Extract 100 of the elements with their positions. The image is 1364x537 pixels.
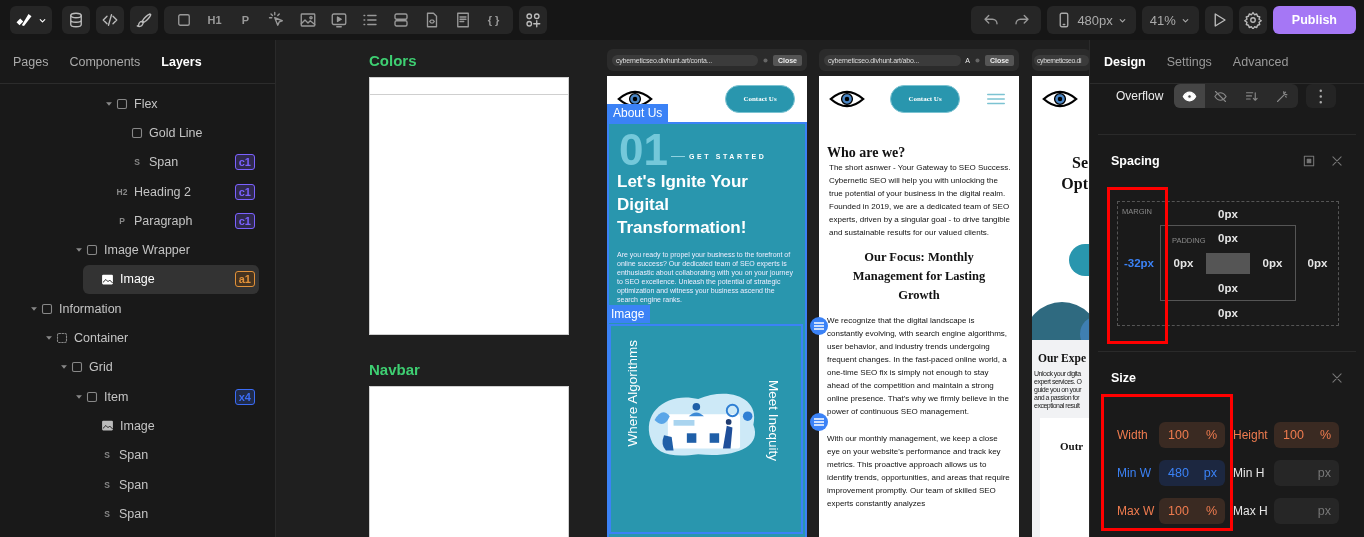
hero-heading: Se: [1071, 153, 1089, 173]
element-tag: About Us: [607, 104, 669, 122]
size-input[interactable]: 100 %: [1274, 422, 1339, 448]
drag-handle[interactable]: [810, 317, 828, 335]
apps-plus-icon: [524, 11, 542, 29]
preview-button[interactable]: [1204, 6, 1233, 34]
zoom-select[interactable]: 41%: [1141, 6, 1199, 34]
spacing-value[interactable]: 0px: [1160, 202, 1296, 225]
image-icon: [101, 419, 114, 433]
panel-tab[interactable]: Pages: [13, 54, 49, 69]
code-icon: [101, 11, 119, 29]
layer-row[interactable]: Flex: [98, 89, 259, 119]
dot-icon: [973, 56, 981, 64]
body-text: The short asnwer - Your Gateway to SEO Success. Cybernetic SEO will help you with unlocking the true potential of your business in the digital realm. Founded in 2019, we are a dedicated team of SEO experts, driven by a singular goal - to drive tangible and sustainable results for our valued clients.: [828, 162, 1011, 239]
rows-icon: [391, 11, 410, 29]
section-title: Spacing: [1111, 154, 1161, 168]
spacing-value[interactable]: 0px: [1160, 301, 1296, 325]
layer-row[interactable]: S Span c1: [113, 147, 259, 177]
code-button[interactable]: [96, 6, 124, 34]
spacing-value[interactable]: -32px: [1118, 225, 1160, 301]
logo-menu-button[interactable]: [10, 6, 52, 34]
content-box: [1206, 252, 1250, 274]
layer-row[interactable]: Gold Line: [113, 118, 259, 148]
hero-heading: Opt: [1060, 174, 1089, 194]
component-badge: c1: [234, 212, 255, 229]
logo-icon: [14, 11, 33, 29]
overflow-option[interactable]: [1174, 84, 1205, 108]
element-icon: [71, 361, 83, 374]
type-label: S: [103, 479, 111, 490]
type-label: P: [118, 215, 126, 226]
type-label: H2: [116, 186, 128, 197]
box-model-icon[interactable]: [1302, 154, 1316, 168]
container-icon: [56, 332, 68, 344]
spacing-value[interactable]: 0px: [1206, 282, 1250, 294]
image-icon: [298, 11, 317, 29]
panel-tab[interactable]: Layers: [161, 54, 202, 69]
tool-button[interactable]: H1: [199, 6, 230, 34]
layer-row[interactable]: Information: [23, 294, 259, 324]
image-caption: Meet Inequity: [765, 380, 781, 462]
field-label: Min W: [1117, 466, 1152, 480]
spacing-value[interactable]: 0px: [1206, 232, 1250, 244]
type-label: S: [103, 450, 111, 461]
element-icon: [86, 390, 98, 403]
style-button[interactable]: [130, 6, 158, 34]
layer-row[interactable]: Container: [38, 323, 259, 353]
card-title: Outr: [1060, 440, 1085, 452]
tool-button[interactable]: P: [230, 6, 261, 34]
close-icon[interactable]: [1330, 154, 1344, 168]
component-badge: a1: [234, 271, 255, 288]
close-icon[interactable]: [1330, 371, 1344, 385]
size-input[interactable]: 480 px: [1159, 460, 1225, 486]
database-button[interactable]: [62, 6, 90, 34]
layer-row[interactable]: Image Wrapper: [68, 235, 259, 265]
layer-row[interactable]: Grid: [53, 352, 259, 382]
spacing-value[interactable]: 0px: [1161, 257, 1206, 269]
layer-row[interactable]: S Span: [83, 499, 259, 529]
layer-row[interactable]: P Paragraph c1: [98, 206, 259, 236]
layer-row[interactable]: Item x4: [68, 381, 259, 412]
settings-button[interactable]: [1238, 6, 1267, 34]
add-component-button[interactable]: [519, 6, 547, 34]
panel-tab[interactable]: Design: [1104, 54, 1146, 69]
field-label: Min H: [1232, 466, 1266, 480]
eye-slash-icon: [1213, 88, 1228, 104]
tool-button[interactable]: { }: [478, 6, 509, 34]
layer-row[interactable]: Image a1: [83, 264, 259, 295]
body-text: With our monthly management, we keep a close eye on your website's performance and track key metrics. This proactive approach allows us to identify trends, opportunities, and areas that require improvement promptly. Our team of skilled SEO experts constantly analyzes: [827, 433, 1011, 510]
eye-logo: [1042, 90, 1078, 108]
more-button[interactable]: [1306, 84, 1336, 108]
section-heading: Who are we?: [827, 144, 907, 161]
element-icon: [86, 244, 98, 257]
device-select[interactable]: 480px: [1047, 6, 1136, 34]
panel-tab[interactable]: Advanced: [1232, 54, 1289, 69]
panel-tab[interactable]: Components: [69, 54, 141, 69]
hero-heading: Let's Ignite Your Digital Transformation!: [617, 171, 749, 239]
eye-icon: [1182, 88, 1197, 104]
field-label: Overflow: [1116, 89, 1165, 103]
type-label: S: [103, 508, 111, 519]
layer-row[interactable]: H2 Heading 2 c1: [98, 176, 259, 207]
panel-tab[interactable]: Settings: [1166, 54, 1212, 69]
image-icon: [101, 272, 114, 286]
component-badge: c1: [234, 154, 255, 171]
spacing-value[interactable]: 0px: [1250, 257, 1295, 269]
element-icon: [41, 302, 53, 315]
layer-row[interactable]: S Span: [83, 440, 259, 470]
element-icon: [116, 97, 128, 110]
size-input[interactable]: 100 %: [1159, 422, 1225, 448]
dot-icon: [761, 56, 769, 64]
body-text: We recognize that the digital landscape is constantly evolving, with search engine algorithms, user behavior, and industry trends undergoing frequent changes. In the fast-paced online world, a one-time SEO fix is simply not enough to stay ahead of the competition and maintain a strong online presence. That's why we firmly believe in the power of continuous SEO management.: [827, 315, 1010, 418]
size-input[interactable]: 100 %: [1159, 498, 1225, 524]
settings-icon: [1243, 11, 1262, 29]
video-icon: [329, 11, 348, 29]
spacing-value[interactable]: 0px: [1296, 225, 1339, 301]
layer-row[interactable]: S Span: [83, 469, 259, 500]
hero-number: 01: [619, 128, 668, 172]
image-caption: Where Algorithms: [625, 340, 641, 447]
layer-row[interactable]: Image: [83, 411, 259, 441]
section-title: Size: [1111, 371, 1137, 385]
type-label: S: [133, 157, 141, 168]
cursor-click-icon: [267, 11, 286, 29]
section-heading: Our Expe: [1037, 352, 1088, 364]
